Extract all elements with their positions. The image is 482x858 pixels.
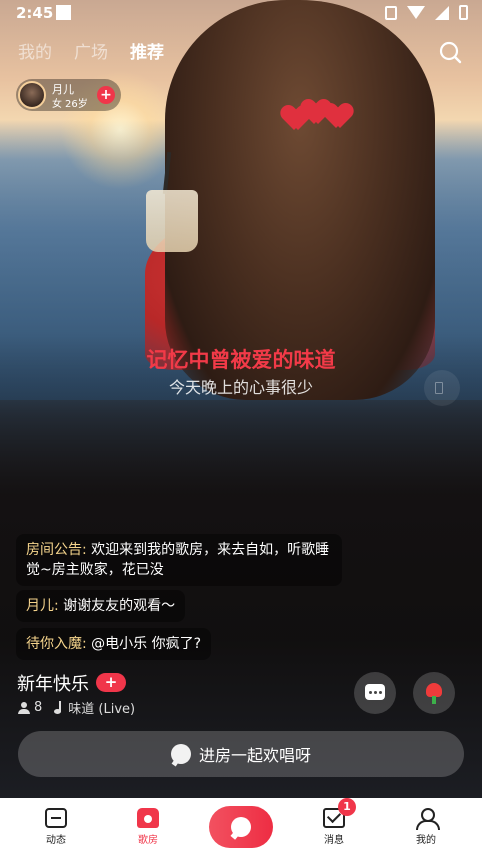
- chat-user: 月儿:: [26, 598, 59, 614]
- join-room-button[interactable]: 进房一起欢唱呀: [18, 731, 464, 777]
- follow-room-button[interactable]: +: [96, 673, 126, 692]
- chat-message: 月儿: 谢谢友友的观看～: [16, 590, 186, 622]
- volume-toggle-button[interactable]: [424, 370, 460, 406]
- next-lyric: 今天晚上的心事很少: [168, 378, 313, 397]
- top-tabs: 我的 广场 推荐: [18, 38, 164, 63]
- status-time: 2:45: [16, 4, 54, 22]
- nav-dynamic-label: 动态: [46, 835, 66, 846]
- person-icon: [18, 701, 30, 714]
- gift-button[interactable]: [413, 672, 455, 714]
- listener-count: 8: [34, 700, 43, 715]
- chat-button[interactable]: [354, 672, 396, 714]
- battery-icon: [459, 5, 468, 20]
- vibrate-icon: [385, 5, 397, 20]
- tab-recommend[interactable]: 推荐: [130, 38, 164, 63]
- chat-text: @电小乐 你疯了?: [91, 636, 202, 652]
- microphone-icon: [170, 744, 191, 764]
- nav-rooms-label: 歌房: [138, 835, 158, 846]
- mic-icon: [231, 817, 251, 837]
- flower-icon: [426, 683, 442, 697]
- current-lyric: 记忆中曾被爱的味道: [146, 348, 336, 372]
- chat-message: 待你入魔: @电小乐 你疯了?: [16, 628, 212, 660]
- nav-profile[interactable]: 我的: [396, 808, 456, 846]
- chat-user: 房间公告:: [26, 542, 87, 558]
- chat-message: 房间公告: 欢迎来到我的歌房，来去自如，听歌睡觉~房主败家，花已没: [16, 534, 342, 586]
- room-title: 新年快乐: [17, 674, 89, 695]
- music-note-icon: [54, 701, 64, 714]
- nav-messages[interactable]: 消息: [304, 808, 364, 846]
- nav-rooms[interactable]: 歌房: [118, 808, 178, 846]
- avatar[interactable]: [18, 81, 46, 109]
- chat-text: 谢谢友友的观看～: [63, 598, 176, 614]
- host-chip[interactable]: 月儿 女 26岁 +: [16, 79, 121, 111]
- tab-mine[interactable]: 我的: [18, 38, 52, 63]
- nav-profile-label: 我的: [416, 835, 436, 846]
- song-name: 味道 (Live): [68, 702, 136, 717]
- message-badge: 1: [338, 798, 356, 816]
- dynamic-icon: [45, 808, 67, 828]
- signal-icon: [435, 5, 449, 20]
- chat-user: 待你入魔:: [26, 636, 87, 652]
- status-bar: 2:45: [0, 0, 482, 28]
- speaker-icon: [435, 382, 443, 394]
- heart-clips: [282, 98, 362, 138]
- profile-icon: [415, 808, 440, 830]
- search-icon[interactable]: [438, 40, 462, 64]
- follow-host-button[interactable]: +: [97, 86, 115, 104]
- cover-cup: [146, 190, 198, 252]
- wifi-icon: [407, 6, 425, 19]
- nav-dynamic[interactable]: 动态: [26, 808, 86, 846]
- join-room-label: 进房一起欢唱呀: [198, 746, 311, 765]
- host-age: 26岁: [65, 99, 88, 110]
- sing-button[interactable]: [209, 806, 273, 848]
- cover-figure-hair: [165, 0, 435, 400]
- host-gender: 女: [52, 99, 62, 110]
- tab-square[interactable]: 广场: [74, 38, 108, 63]
- room-meta: 8 味道 (Live): [18, 698, 135, 717]
- room-icon: [137, 808, 159, 828]
- host-meta: 女 26岁: [52, 95, 88, 110]
- nav-messages-label: 消息: [324, 835, 344, 846]
- notification-icon: [56, 5, 71, 20]
